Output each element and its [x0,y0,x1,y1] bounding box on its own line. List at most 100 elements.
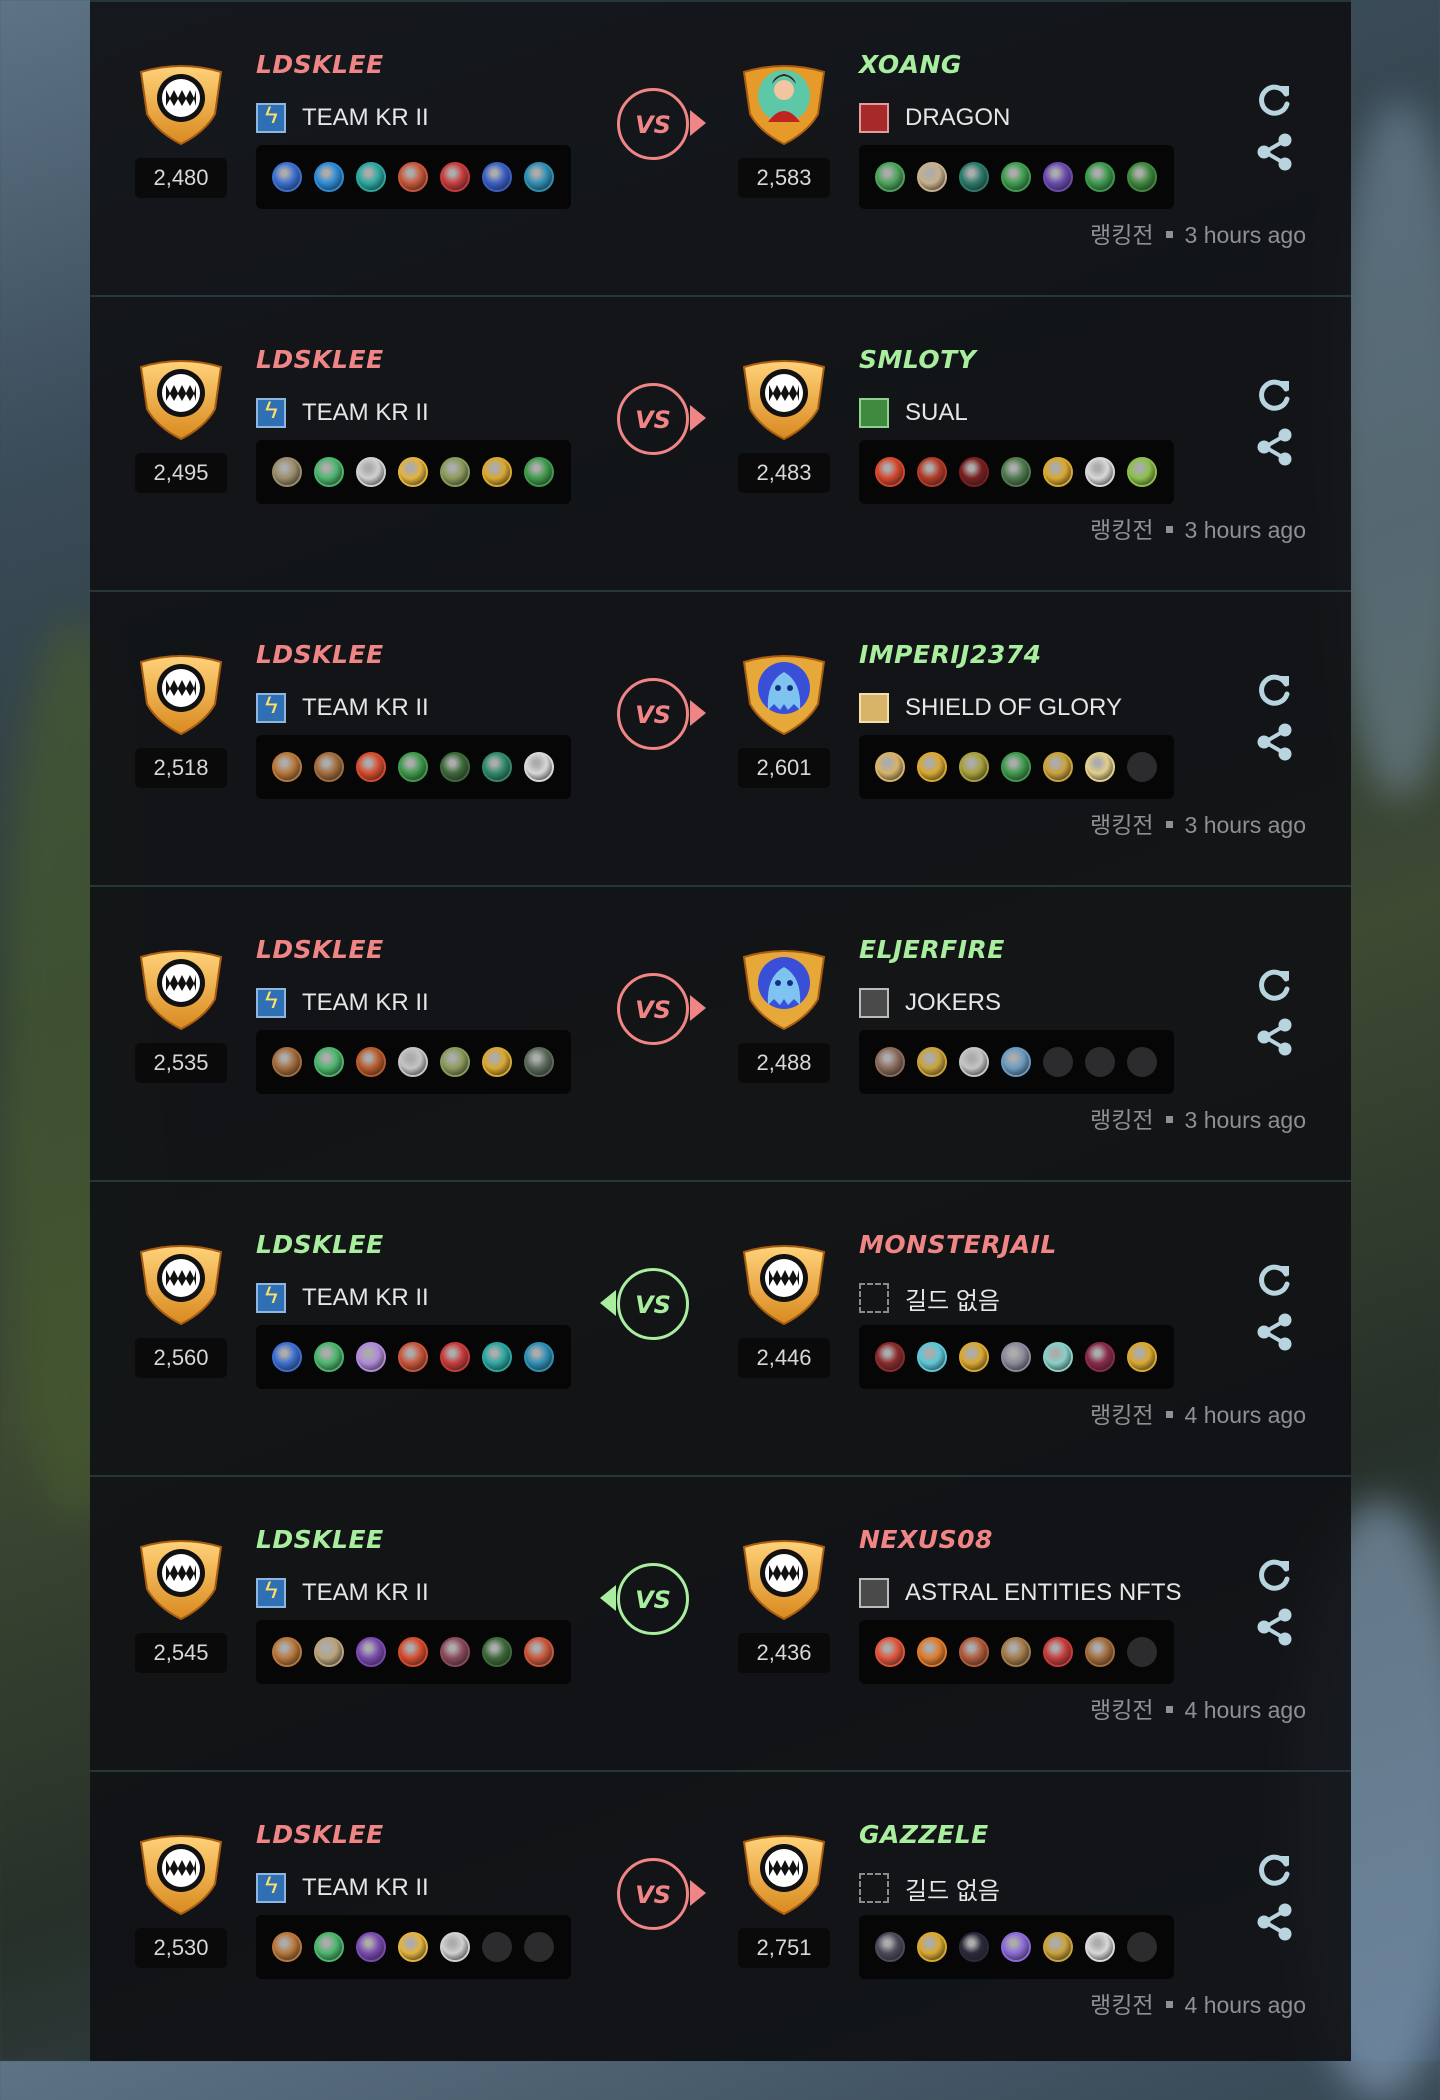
monster-card[interactable] [314,1342,344,1372]
monster-card[interactable] [356,1932,386,1962]
replay-icon[interactable] [1253,1848,1297,1892]
opponent-team[interactable] [859,735,1174,799]
monster-card[interactable] [1085,457,1115,487]
player-team[interactable] [256,1030,571,1094]
monster-card[interactable] [314,162,344,192]
monster-card[interactable] [524,1342,554,1372]
monster-card[interactable] [356,752,386,782]
opponent-name[interactable]: XOANG [859,50,962,79]
monster-card[interactable] [875,1047,905,1077]
replay-icon[interactable] [1253,668,1297,712]
monster-card[interactable] [440,162,470,192]
opponent-team[interactable] [859,1030,1174,1094]
monster-card[interactable] [272,752,302,782]
opponent-team[interactable] [859,1325,1174,1389]
player-guild[interactable]: TEAM KR II [256,1573,429,1613]
monster-card[interactable] [314,1047,344,1077]
opponent-name[interactable]: MONSTERJAIL [859,1230,1057,1259]
monster-card[interactable] [440,752,470,782]
monster-card[interactable] [314,1637,344,1667]
opponent-team[interactable] [859,145,1174,209]
monster-card[interactable] [1043,162,1073,192]
monster-card[interactable] [314,1932,344,1962]
monster-card[interactable] [482,162,512,192]
monster-card[interactable] [959,162,989,192]
opponent-guild[interactable]: 길드 없음 [859,1278,1000,1318]
replay-icon[interactable] [1253,78,1297,122]
monster-card[interactable] [482,1342,512,1372]
monster-card[interactable] [875,752,905,782]
monster-card[interactable] [959,1047,989,1077]
monster-card[interactable] [356,1342,386,1372]
monster-card[interactable] [1001,1047,1031,1077]
monster-card[interactable] [1043,457,1073,487]
monster-card[interactable] [875,1637,905,1667]
monster-card[interactable] [440,1932,470,1962]
monster-card[interactable] [917,162,947,192]
monster-card[interactable] [959,1932,989,1962]
player-guild[interactable]: TEAM KR II [256,688,429,728]
monster-card[interactable] [482,1047,512,1077]
monster-card[interactable] [1127,162,1157,192]
monster-card[interactable] [272,162,302,192]
share-icon[interactable] [1253,1900,1297,1944]
share-icon[interactable] [1253,1015,1297,1059]
monster-card[interactable] [398,162,428,192]
player-team[interactable] [256,1915,571,1979]
player-name[interactable]: LDSKLEE [256,50,384,79]
player-team[interactable] [256,145,571,209]
player-guild[interactable]: TEAM KR II [256,983,429,1023]
monster-card[interactable] [398,1047,428,1077]
monster-card[interactable] [1001,162,1031,192]
monster-card[interactable] [1085,162,1115,192]
monster-card[interactable] [440,1342,470,1372]
monster-card[interactable] [398,752,428,782]
monster-card[interactable] [1001,457,1031,487]
opponent-guild[interactable]: SHIELD OF GLORY [859,688,1122,728]
monster-card[interactable] [1085,1637,1115,1667]
player-team[interactable] [256,1325,571,1389]
monster-card[interactable] [398,1932,428,1962]
monster-card[interactable] [1127,457,1157,487]
monster-card[interactable] [959,457,989,487]
battle-row[interactable]: 2,530 LDSKLEE TEAM KR II VS 2,751 GAZZEL… [90,1770,1351,2065]
monster-card[interactable] [1001,1637,1031,1667]
monster-card[interactable] [1043,1932,1073,1962]
monster-card[interactable] [482,1637,512,1667]
player-name[interactable]: LDSKLEE [256,1820,384,1849]
opponent-team[interactable] [859,1620,1174,1684]
monster-card[interactable] [1127,1342,1157,1372]
battle-row[interactable]: 2,518 LDSKLEE TEAM KR II VS 2,601 IMPERI… [90,590,1351,885]
monster-card[interactable] [482,457,512,487]
monster-card[interactable] [440,1047,470,1077]
monster-card[interactable] [314,457,344,487]
replay-icon[interactable] [1253,963,1297,1007]
monster-card[interactable] [959,1637,989,1667]
monster-card[interactable] [875,162,905,192]
monster-card[interactable] [875,1342,905,1372]
monster-card[interactable] [1085,1342,1115,1372]
opponent-name[interactable]: NEXUS08 [859,1525,993,1554]
monster-card[interactable] [524,1637,554,1667]
monster-card[interactable] [440,1637,470,1667]
player-guild[interactable]: TEAM KR II [256,98,429,138]
player-team[interactable] [256,735,571,799]
replay-icon[interactable] [1253,1258,1297,1302]
monster-card[interactable] [524,162,554,192]
monster-card[interactable] [272,1047,302,1077]
monster-card[interactable] [272,1932,302,1962]
share-icon[interactable] [1253,1310,1297,1354]
opponent-name[interactable]: GAZZELE [859,1820,989,1849]
replay-icon[interactable] [1253,1553,1297,1597]
share-icon[interactable] [1253,720,1297,764]
monster-card[interactable] [356,1637,386,1667]
monster-card[interactable] [917,752,947,782]
battle-row[interactable]: 2,545 LDSKLEE TEAM KR II VS 2,436 NEXUS0… [90,1475,1351,1770]
monster-card[interactable] [1001,1932,1031,1962]
share-icon[interactable] [1253,1605,1297,1649]
player-guild[interactable]: TEAM KR II [256,1868,429,1908]
monster-card[interactable] [917,457,947,487]
monster-card[interactable] [959,752,989,782]
monster-card[interactable] [314,752,344,782]
monster-card[interactable] [356,162,386,192]
